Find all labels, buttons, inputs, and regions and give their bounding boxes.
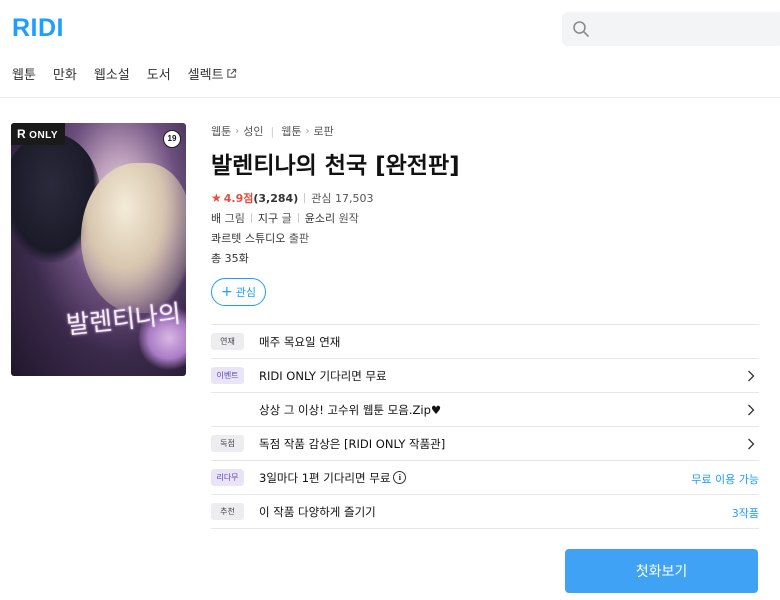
interest-count: 17,503 (334, 191, 374, 205)
star-icon: ★ (211, 191, 222, 205)
publisher-name[interactable]: 콰르텟 스튜디오 (211, 230, 285, 246)
tag-badge: 독점 (211, 435, 244, 452)
recommend-link[interactable]: 3작품 (732, 505, 759, 521)
row-text: 상상 그 이상! 고수위 웹툰 모음.Zip♥ (259, 402, 442, 417)
chevron-right-icon (748, 438, 755, 450)
tag-badge: 연재 (211, 333, 244, 350)
tag-badge: 리다무 (211, 469, 244, 486)
follow-label: 관심 (235, 286, 256, 299)
creator-name[interactable]: 지구 (258, 210, 278, 226)
breadcrumb-item[interactable]: 웹툰 (281, 123, 301, 139)
age-19-badge: 19 (163, 130, 181, 148)
chevron-right-icon (748, 404, 755, 416)
info-row-exclusive[interactable]: 독점 독점 작품 감상은 [RIDI ONLY 작품관] (211, 427, 759, 461)
row-text: 매주 목요일 연재 (259, 334, 341, 349)
nav-webtoon[interactable]: 웹툰 (12, 64, 36, 83)
breadcrumb: 웹툰 › 성인 | 웹툰 › 로판 (211, 123, 334, 139)
r-only-badge: R ONLY (11, 123, 66, 145)
nav-select[interactable]: 셀렉트 (188, 64, 237, 83)
rating-row: ★ 4.9점 (3,284) 관심 17,503 (211, 190, 373, 206)
info-row-serial: 연재 매주 목요일 연재 (211, 325, 759, 359)
plus-icon: + (221, 284, 233, 300)
creator-name[interactable]: 윤소리 (305, 210, 335, 226)
nav-select-label: 셀렉트 (187, 68, 224, 83)
tag-badge: 추천 (211, 503, 244, 520)
nav-webnovel[interactable]: 웹소설 (94, 64, 130, 83)
interest-label: 관심 (311, 192, 332, 205)
tag-badge: 이벤트 (211, 367, 244, 384)
read-first-episode-button[interactable]: 첫화보기 (565, 549, 758, 593)
row-text: 3일마다 1편 기다리면 무료 i (259, 470, 407, 486)
search-icon (573, 21, 589, 37)
creators-row: 배 그림 지구 글 윤소리 원작 (211, 210, 359, 226)
page-title: 발렌티나의 천국 [완전판] (211, 153, 460, 179)
rating-score: 4.9점 (223, 192, 254, 205)
info-icon[interactable]: i (393, 471, 407, 484)
chevron-right-icon: › (235, 125, 240, 137)
row-text: 이 작품 다양하게 즐기기 (259, 504, 376, 519)
breadcrumb-item[interactable]: 성인 (243, 123, 263, 139)
breadcrumb-item[interactable]: 웹툰 (211, 123, 231, 139)
main-nav: 웹툰 만화 웹소설 도서 셀렉트 (12, 64, 254, 83)
row-text: 독점 작품 감상은 [RIDI ONLY 작품관] (259, 436, 446, 451)
nav-comic[interactable]: 만화 (53, 64, 77, 83)
ridi-logo[interactable]: RIDI (12, 14, 64, 43)
chevron-right-icon (748, 370, 755, 382)
rating-count: (3,284) (253, 191, 299, 205)
episode-count: 총 35화 (211, 252, 249, 265)
external-link-icon (226, 68, 236, 78)
info-row-collection[interactable]: 상상 그 이상! 고수위 웹툰 모음.Zip♥ (211, 393, 759, 427)
row-text: RIDI ONLY 기다리면 무료 (259, 368, 387, 383)
info-row-event[interactable]: 이벤트 RIDI ONLY 기다리면 무료 (211, 359, 759, 393)
header: RIDI 웹툰 만화 웹소설 도서 셀렉트 (0, 0, 780, 98)
follow-button[interactable]: + 관심 (211, 278, 266, 306)
chevron-right-icon: › (305, 125, 310, 137)
search-input[interactable] (562, 12, 780, 46)
wait-free-link[interactable]: 무료 이용 가능 (691, 471, 759, 487)
nav-books[interactable]: 도서 (147, 64, 171, 83)
creator-name[interactable]: 배 (211, 210, 221, 226)
publisher-row: 콰르텟 스튜디오 출판 (211, 230, 310, 246)
info-table: 연재 매주 목요일 연재 이벤트 RIDI ONLY 기다리면 무료 상상 그 … (211, 324, 759, 529)
info-row-wait-free: 리다무 3일마다 1편 기다리면 무료 i 무료 이용 가능 (211, 461, 759, 495)
breadcrumb-item[interactable]: 로판 (313, 123, 333, 139)
tag-badge (211, 401, 244, 418)
cover-image[interactable]: RONLY 19 발렌티나의 천국 (11, 123, 186, 376)
info-row-recommend: 추천 이 작품 다양하게 즐기기 3작품 (211, 495, 759, 529)
